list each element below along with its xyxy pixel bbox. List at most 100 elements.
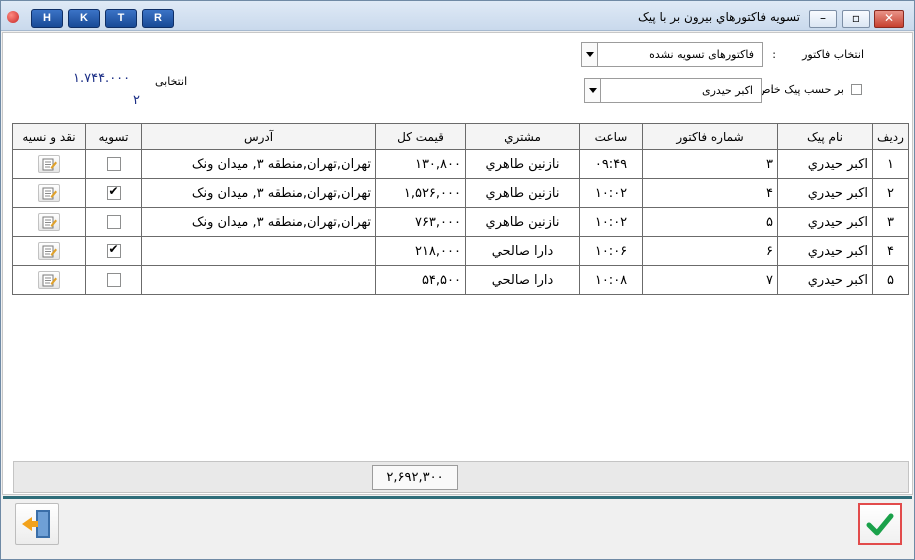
main-window: H K T R تسويه فاكتورهاي بيرون بر با پيک … [0,0,915,560]
address-cell: تهران,تهران,منطقه ۳, ميدان ونک [141,149,376,179]
customer-cell: نازنين طاهري [465,149,580,179]
exit-button[interactable] [15,503,59,545]
invoice-select-label: انتخاب فاكتور [802,48,864,61]
settled-cell [85,265,142,295]
header-total[interactable]: قيمت كل [375,123,466,150]
settled-checkbox[interactable] [106,273,121,287]
time-cell: ۱۰:۰۸ [579,265,643,295]
row-number: ۴ [872,236,909,266]
customer-cell: نازنين طاهري [465,207,580,237]
courier-cell: اكبر حيدري [777,178,873,208]
payment-edit-button[interactable] [38,184,60,202]
hotkey-h-button[interactable]: H [31,9,63,28]
header-payment[interactable]: نقد و نسيه [12,123,86,150]
table-row[interactable]: ۳ اكبر حيدري ۵ ۱۰:۰۲ نازنين طاهري ۷۶۳,۰۰۰ تهرا… [12,207,909,237]
time-cell: ۱۰:۰۲ [579,178,643,208]
table-header-row: رديف نام پيک شماره فاكتور ساعت مشتري قيم… [12,123,909,150]
total-cell: ۵۴,۵۰۰ [375,265,466,295]
time-cell: ۱۰:۰۶ [579,236,643,266]
settled-checkbox[interactable] [106,215,121,229]
row-number: ۵ [872,265,909,295]
header-customer[interactable]: مشتري [465,123,580,150]
notepad-edit-icon [42,158,57,171]
settled-checkbox[interactable] [106,157,121,171]
payment-cell [12,207,86,237]
totals-bar: ۲,۶۹۲,۳۰۰ [13,461,909,493]
header-invoice-number[interactable]: شماره فاكتور [642,123,778,150]
total-cell: ۷۶۳,۰۰۰ [375,207,466,237]
restore-button[interactable]: ▫ [842,10,870,28]
courier-select-dropdown[interactable]: اكبر حيدری [584,78,762,103]
invoice-select-value: فاكتورهای تسويه نشده [649,48,754,61]
content-panel: انتخاب فاكتور : فاكتورهای تسويه نشده بر … [2,32,913,495]
chevron-down-icon[interactable] [582,43,598,66]
time-cell: ۱۰:۰۲ [579,207,643,237]
notepad-edit-icon [42,274,57,287]
header-row-number[interactable]: رديف [872,123,909,150]
row-number: ۳ [872,207,909,237]
settled-checkbox[interactable] [106,184,121,200]
minimize-button[interactable]: – [809,10,837,28]
selected-amount: ۱.۷۴۴.۰۰۰ [73,71,131,86]
courier-cell: اكبر حيدري [777,207,873,237]
table-body: ۱ اكبر حيدري ۳ ۰۹:۴۹ نازنين طاهري ۱۳۰,۸۰۰ تهرا… [12,149,909,295]
invoice-cell: ۳ [642,149,778,179]
header-settled[interactable]: تسويه [85,123,142,150]
payment-edit-button[interactable] [38,155,60,173]
payment-cell [12,265,86,295]
hotkey-t-button[interactable]: T [105,9,137,28]
payment-cell [12,178,86,208]
confirm-button[interactable] [858,503,902,545]
close-button[interactable]: ✕ [874,10,904,28]
payment-edit-button[interactable] [38,271,60,289]
customer-cell: دارا صالحي [465,265,580,295]
header-courier[interactable]: نام پيک [777,123,873,150]
invoices-table: رديف نام پيک شماره فاكتور ساعت مشتري قيم… [12,123,909,295]
row-number: ۲ [872,178,909,208]
settled-cell [85,149,142,179]
courier-filter-checkbox[interactable] [851,84,862,95]
invoice-cell: ۵ [642,207,778,237]
total-cell: ۲۱۸,۰۰۰ [375,236,466,266]
hotkey-r-button[interactable]: R [142,9,174,28]
courier-select-value: اكبر حيدری [702,84,753,97]
table-row[interactable]: ۴ اكبر حيدري ۶ ۱۰:۰۶ دارا صالحي ۲۱۸,۰۰۰ [12,236,909,266]
settled-checkbox[interactable] [106,242,121,258]
invoice-cell: ۴ [642,178,778,208]
notepad-edit-icon [42,216,57,229]
total-cell: ۱۳۰,۸۰۰ [375,149,466,179]
payment-edit-button[interactable] [38,213,60,231]
table-row[interactable]: ۵ اكبر حيدري ۷ ۱۰:۰۸ دارا صالحي ۵۴,۵۰۰ [12,265,909,295]
settled-cell [85,236,142,266]
header-address[interactable]: آدرس [141,123,376,150]
time-cell: ۰۹:۴۹ [579,149,643,179]
invoice-select-dropdown[interactable]: فاكتورهای تسويه نشده [581,42,763,67]
grand-total: ۲,۶۹۲,۳۰۰ [372,465,458,490]
courier-cell: اكبر حيدري [777,265,873,295]
customer-cell: دارا صالحي [465,236,580,266]
settled-cell [85,178,142,208]
notepad-edit-icon [42,187,57,200]
selected-count: ۲ [133,93,140,108]
table-row[interactable]: ۱ اكبر حيدري ۳ ۰۹:۴۹ نازنين طاهري ۱۳۰,۸۰۰ تهرا… [12,149,909,179]
address-cell [141,236,376,266]
courier-cell: اكبر حيدري [777,149,873,179]
payment-cell [12,149,86,179]
address-cell: تهران,تهران,منطقه ۳, ميدان ونک [141,178,376,208]
settled-cell [85,207,142,237]
payment-edit-button[interactable] [38,242,60,260]
header-time[interactable]: ساعت [579,123,643,150]
address-cell [141,265,376,295]
customer-cell: نازنين طاهري [465,178,580,208]
selected-label: انتخابی [155,75,188,88]
payment-cell [12,236,86,266]
checkmark-icon [866,513,894,536]
hotkey-k-button[interactable]: K [68,9,100,28]
courier-colon: : [770,83,774,96]
separator [3,496,912,499]
chevron-down-icon[interactable] [585,79,601,102]
total-cell: ۱,۵۲۶,۰۰۰ [375,178,466,208]
app-icon [7,11,19,23]
table-row[interactable]: ۲ اكبر حيدري ۴ ۱۰:۰۲ نازنين طاهري ۱,۵۲۶,۰۰۰ ته… [12,178,909,208]
notepad-edit-icon [42,245,57,258]
